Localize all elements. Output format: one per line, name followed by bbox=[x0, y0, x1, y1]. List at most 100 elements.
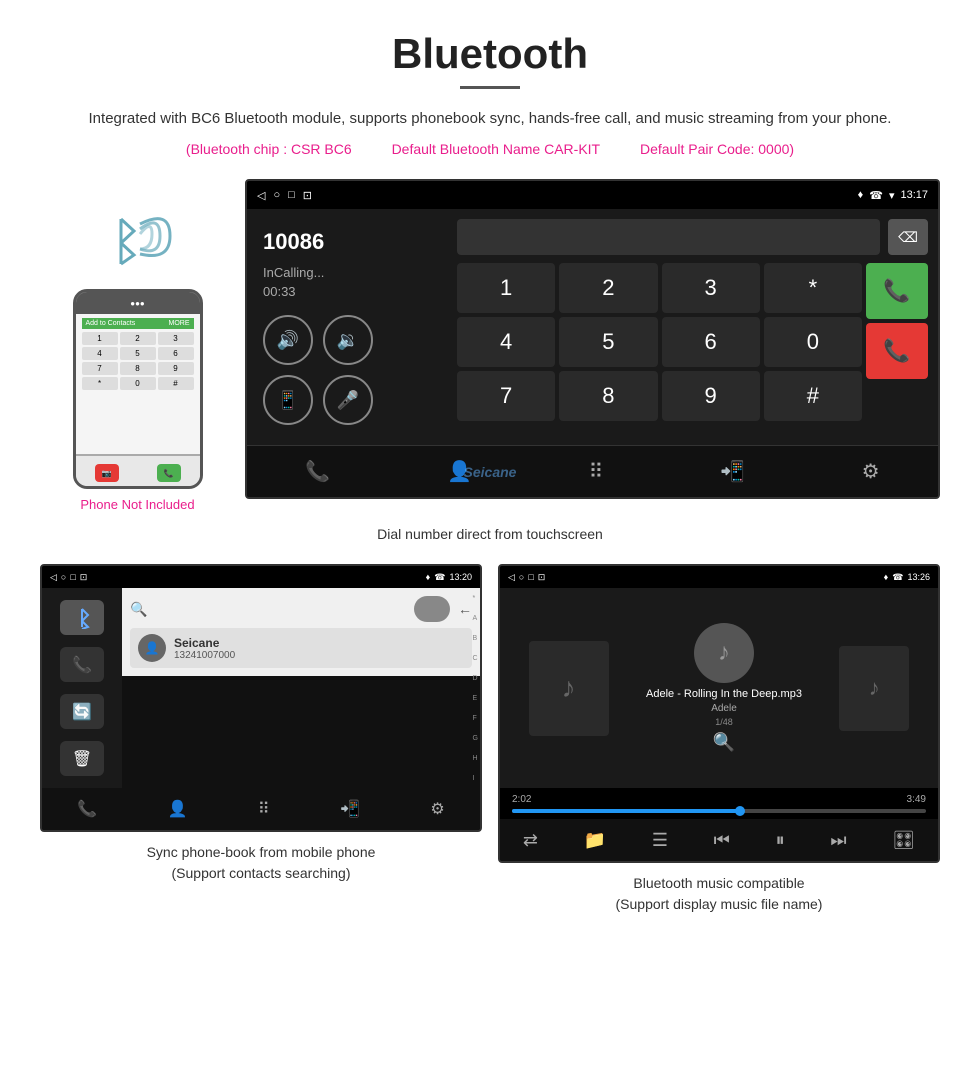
transfer-button[interactable]: 📱 bbox=[263, 375, 313, 425]
music-caption: Bluetooth music compatible (Support disp… bbox=[616, 873, 823, 915]
car-status-bar: ◁ ○ □ ⊡ ♦ ☎ ▾ 13:17 bbox=[247, 181, 938, 209]
pb-location: ♦ bbox=[426, 572, 431, 582]
ms-location: ♦ bbox=[884, 572, 889, 582]
music-time-total: 3:49 bbox=[907, 794, 926, 805]
key-hash[interactable]: # bbox=[764, 371, 862, 421]
call-icon: ☎ bbox=[869, 189, 883, 202]
backspace-button[interactable]: ⌫ bbox=[888, 219, 928, 255]
pb-nav-cast: ⊡ bbox=[80, 572, 88, 583]
recent-calls-icon[interactable]: 📞 bbox=[305, 459, 330, 484]
volume-up-button[interactable]: 🔊 bbox=[263, 315, 313, 365]
nav-cast-icon: ⊡ bbox=[303, 189, 312, 202]
transfer-out-icon[interactable]: 📲 bbox=[720, 459, 745, 484]
numpad-grid: 1 2 3 * 4 5 6 0 7 8 9 # bbox=[457, 263, 862, 421]
dialer-right: ⌫ 1 2 3 * 4 5 6 0 7 8 bbox=[447, 209, 938, 445]
car-bottom-bar: 📞 👤 Seicane ⠿ 📲 ⚙ bbox=[247, 445, 938, 497]
music-circle-art: ♪ bbox=[694, 623, 754, 683]
play-pause-icon[interactable]: ⏸ bbox=[776, 830, 785, 851]
key-7[interactable]: 7 bbox=[457, 371, 555, 421]
numpad-area: 1 2 3 * 4 5 6 0 7 8 9 # bbox=[457, 263, 928, 421]
nav-home-icon: ○ bbox=[273, 189, 280, 201]
volume-down-button[interactable]: 🔉 bbox=[323, 315, 373, 365]
bt-name: Default Bluetooth Name CAR-KIT bbox=[392, 141, 601, 157]
call-sidebar-button[interactable]: 📞 bbox=[60, 647, 104, 682]
dialer-input-row: ⌫ bbox=[457, 219, 928, 255]
key-star[interactable]: * bbox=[764, 263, 862, 313]
music-search-icon[interactable]: 🔍 bbox=[713, 732, 735, 753]
contact-name: Seicane bbox=[174, 636, 235, 650]
album-art-left: ♪ bbox=[529, 641, 609, 736]
dialer-number: 10086 bbox=[263, 229, 324, 255]
shuffle-icon[interactable]: ⇄ bbox=[523, 830, 538, 851]
phonebook-caption-line1: Sync phone-book from mobile phone bbox=[147, 842, 376, 863]
pb-calls-icon[interactable]: 📞 bbox=[77, 799, 97, 819]
delete-sidebar-button[interactable]: 🗑 bbox=[60, 741, 104, 776]
progress-bar[interactable] bbox=[512, 809, 926, 813]
settings-icon[interactable]: ⚙ bbox=[862, 459, 880, 484]
key-0[interactable]: 0 bbox=[764, 317, 862, 367]
hangup-button[interactable]: 📞 bbox=[866, 323, 928, 379]
next-icon[interactable]: ⏭ bbox=[830, 830, 846, 851]
nav-back-icon: ◁ bbox=[257, 189, 265, 202]
key-4[interactable]: 4 bbox=[457, 317, 555, 367]
page-subtitle: Integrated with BC6 Bluetooth module, su… bbox=[40, 107, 940, 131]
nav-recents-icon: □ bbox=[288, 189, 295, 201]
key-6[interactable]: 6 bbox=[662, 317, 760, 367]
dialer-input-field[interactable] bbox=[457, 219, 880, 255]
seicane-watermark: Seicane bbox=[464, 464, 517, 480]
music-status-bar: ◁ ○ □ ⊡ ♦ ☎ 13:26 bbox=[500, 566, 938, 588]
alpha-list: * A B C D E F G H I bbox=[473, 588, 478, 788]
pb-grid-icon[interactable]: ⠿ bbox=[258, 799, 270, 819]
key-2[interactable]: 2 bbox=[559, 263, 657, 313]
music-center: ♪ Adele - Rolling In the Deep.mp3 Adele … bbox=[646, 623, 802, 754]
playlist-icon[interactable]: ☰ bbox=[652, 830, 668, 851]
phonebook-sidebar: 📞 🔄 🗑 bbox=[42, 588, 122, 788]
pb-settings-icon[interactable]: ⚙ bbox=[430, 799, 444, 819]
location-icon: ♦ bbox=[858, 189, 864, 201]
contact-avatar: 👤 bbox=[138, 634, 166, 662]
back-arrow-icon[interactable]: ← bbox=[458, 601, 472, 617]
key-5[interactable]: 5 bbox=[559, 317, 657, 367]
music-caption-line1: Bluetooth music compatible bbox=[616, 873, 823, 894]
search-icon[interactable]: 🔍 bbox=[130, 601, 147, 618]
prev-icon[interactable]: ⏮ bbox=[714, 830, 730, 851]
search-oval[interactable] bbox=[414, 596, 450, 622]
mute-button[interactable]: 🎤 bbox=[323, 375, 373, 425]
bluetooth-signal-visual bbox=[98, 209, 178, 279]
answer-button[interactable]: 📞 bbox=[866, 263, 928, 319]
key-8[interactable]: 8 bbox=[559, 371, 657, 421]
sync-sidebar-button[interactable]: 🔄 bbox=[60, 694, 104, 729]
key-9[interactable]: 9 bbox=[662, 371, 760, 421]
contact-item[interactable]: 👤 Seicane 13241007000 bbox=[130, 628, 472, 668]
status-time: 13:17 bbox=[900, 189, 928, 201]
bottom-screenshots: ◁ ○ □ ⊡ ♦ ☎ 13:20 bbox=[40, 564, 940, 915]
bt-pair: Default Pair Code: 0000) bbox=[640, 141, 794, 157]
music-progress-area: 2:02 3:49 bbox=[500, 788, 938, 819]
phonebook-block: ◁ ○ □ ⊡ ♦ ☎ 13:20 bbox=[40, 564, 482, 915]
dialer-left: 10086 InCalling... 00:33 🔊 🔉 📱 🎤 bbox=[247, 209, 447, 445]
folder-icon[interactable]: 📁 bbox=[584, 830, 606, 851]
music-track: Adele - Rolling In the Deep.mp3 bbox=[646, 687, 802, 702]
ms-nav-sq: □ bbox=[528, 572, 533, 582]
dial-caption: Dial number direct from touchscreen bbox=[40, 526, 940, 542]
car-status-right: ♦ ☎ ▾ 13:17 bbox=[858, 189, 928, 202]
key-3[interactable]: 3 bbox=[662, 263, 760, 313]
music-time-current: 2:02 bbox=[512, 794, 531, 805]
page-container: Bluetooth Integrated with BC6 Bluetooth … bbox=[0, 0, 980, 955]
music-content: ♪ ♪ Adele - Rolling In the Deep.mp3 Adel… bbox=[500, 588, 938, 788]
dialer-timer: 00:33 bbox=[263, 284, 296, 299]
pb-nav-back: ◁ bbox=[50, 572, 57, 583]
music-caption-line2: (Support display music file name) bbox=[616, 894, 823, 915]
pb-nav-home: ○ bbox=[61, 572, 66, 582]
dialpad-icon[interactable]: ⠿ bbox=[589, 459, 604, 484]
pb-transfer-icon[interactable]: 📲 bbox=[340, 799, 360, 819]
equalizer-icon[interactable]: 🎛 bbox=[892, 830, 915, 851]
key-1[interactable]: 1 bbox=[457, 263, 555, 313]
phonebook-caption-line2: (Support contacts searching) bbox=[147, 863, 376, 884]
pb-person-icon[interactable]: 👤 bbox=[168, 799, 188, 819]
dialer-status: InCalling... bbox=[263, 265, 324, 280]
phone-bottom-bar: 📷 📞 bbox=[76, 454, 200, 489]
phonebook-screen: ◁ ○ □ ⊡ ♦ ☎ 13:20 bbox=[40, 564, 482, 832]
bluetooth-sidebar-icon[interactable] bbox=[60, 600, 104, 635]
progress-dot[interactable] bbox=[735, 806, 745, 816]
